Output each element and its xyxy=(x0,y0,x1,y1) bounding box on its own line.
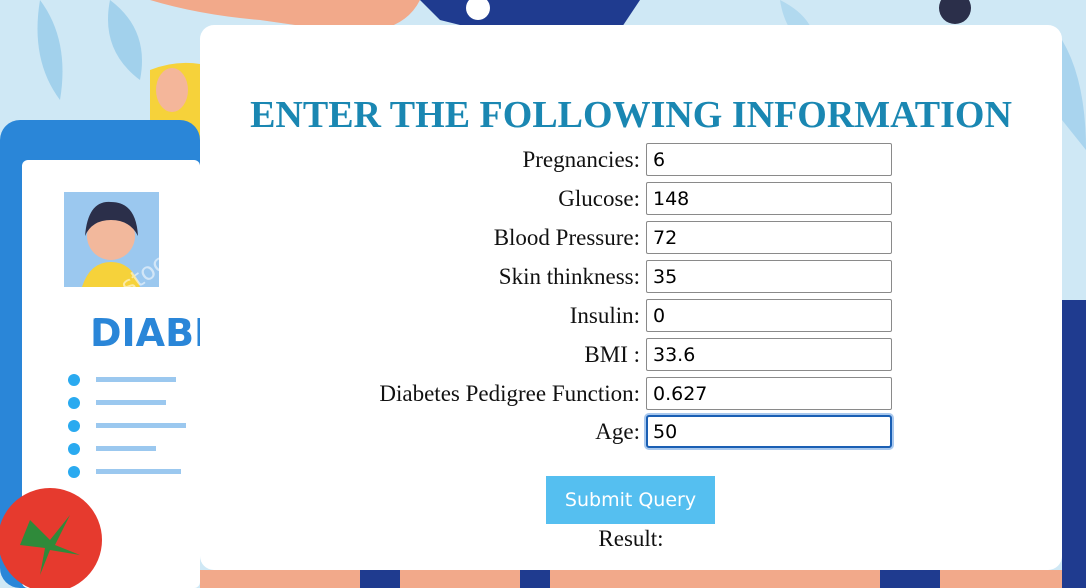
age-input[interactable] xyxy=(646,415,892,448)
skin-thickness-input[interactable] xyxy=(646,260,892,293)
pedigree-input[interactable] xyxy=(646,377,892,410)
form-row-age: Age: xyxy=(200,415,1062,449)
form-row-bmi: BMI : xyxy=(200,338,1062,372)
bmi-label: BMI : xyxy=(584,342,640,367)
form-row-skin-thickness: Skin thinkness: xyxy=(200,260,1062,294)
result-label: Result: xyxy=(598,526,664,551)
submit-query-button[interactable]: Submit Query xyxy=(546,476,715,524)
insulin-input[interactable] xyxy=(646,299,892,332)
form-row-glucose: Glucose: xyxy=(200,182,1062,216)
blood-pressure-label: Blood Pressure: xyxy=(493,225,640,250)
blood-pressure-input[interactable] xyxy=(646,221,892,254)
form-row-pedigree: Diabetes Pedigree Function: xyxy=(200,377,1062,411)
bmi-input[interactable] xyxy=(646,338,892,371)
pedigree-label: Diabetes Pedigree Function: xyxy=(379,381,640,406)
age-label: Age: xyxy=(595,419,640,444)
form-row-pregnancies: Pregnancies: xyxy=(200,143,1062,177)
form-row-insulin: Insulin: xyxy=(200,299,1062,333)
glucose-input[interactable] xyxy=(646,182,892,215)
page-title: ENTER THE FOLLOWING INFORMATION xyxy=(250,94,1012,136)
glucose-label: Glucose: xyxy=(558,186,640,211)
pregnancies-input[interactable] xyxy=(646,143,892,176)
form-row-blood-pressure: Blood Pressure: xyxy=(200,221,1062,255)
form-card: ENTER THE FOLLOWING INFORMATION Pregnanc… xyxy=(200,25,1062,570)
pregnancies-label: Pregnancies: xyxy=(522,147,640,172)
skin-thickness-label: Skin thinkness: xyxy=(498,264,640,289)
insulin-label: Insulin: xyxy=(569,303,640,328)
